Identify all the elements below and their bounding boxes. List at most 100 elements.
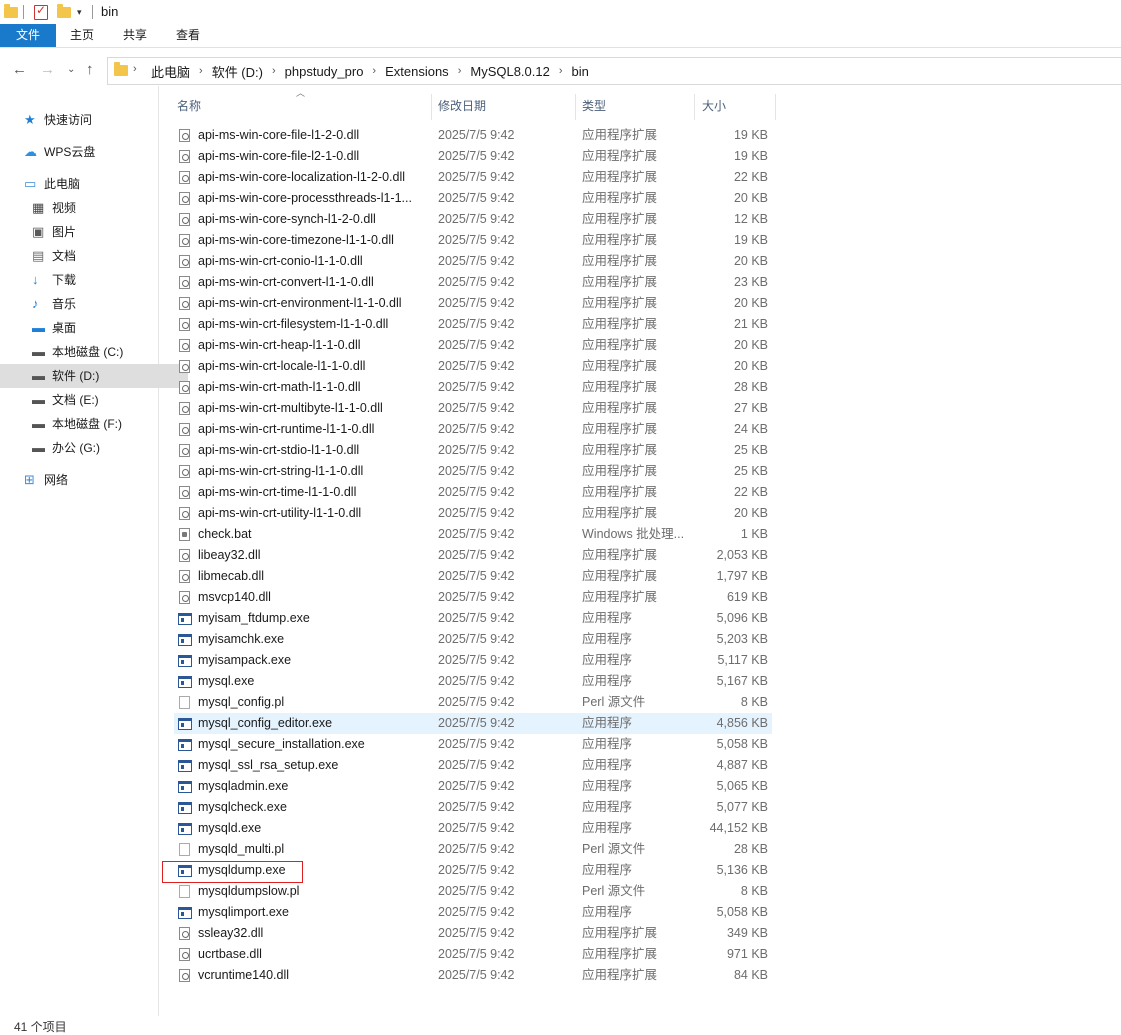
sidebar-item-14[interactable]: ⊞ 网络 [24,468,68,492]
chevron-right-icon[interactable]: › [553,65,569,77]
sidebar-item-4[interactable]: ▣ 图片 [32,220,76,244]
sidebar-item-2[interactable]: ▭ 此电脑 [24,172,80,196]
file-size: 2,053 KB [716,548,768,562]
file-row[interactable]: mysqlimport.exe 2025/7/5 9:42 应用程序 5,058 KB [174,902,772,923]
sidebar-item-6[interactable]: ↓ 下载 [32,268,76,292]
dll-file-icon [179,150,190,163]
breadcrumb-drive-d[interactable]: 软件 (D:) [209,62,266,81]
dll-file-icon [179,444,190,457]
column-header-name[interactable]: 名称 [177,94,201,119]
file-row[interactable]: myisamchk.exe 2025/7/5 9:42 应用程序 5,203 KB [174,629,772,650]
file-row[interactable]: api-ms-win-crt-environment-l1-1-0.dll 202… [174,293,772,314]
file-date: 2025/7/5 9:42 [438,590,515,604]
file-row[interactable]: api-ms-win-crt-multibyte-l1-1-0.dll 2025/… [174,398,772,419]
chevron-right-icon[interactable]: › [193,65,209,77]
column-divider[interactable] [575,94,576,120]
file-row[interactable]: api-ms-win-crt-locale-l1-1-0.dll 2025/7/5… [174,356,772,377]
chevron-right-icon[interactable]: › [266,65,282,77]
file-row[interactable]: api-ms-win-crt-utility-l1-1-0.dll 2025/7/… [174,503,772,524]
sidebar-item-3[interactable]: ▦ 视频 [32,196,76,220]
column-header-size[interactable]: 大小 [702,94,726,119]
customize-toolbar-icon[interactable]: ▾ [77,4,82,20]
file-row[interactable]: api-ms-win-core-processthreads-l1-1... 20… [174,188,772,209]
file-row[interactable]: api-ms-win-core-file-l2-1-0.dll 2025/7/5 … [174,146,772,167]
chevron-right-icon[interactable]: › [452,65,468,77]
chevron-right-icon[interactable]: › [366,65,382,77]
forward-arrow-icon[interactable]: → [40,61,55,78]
breadcrumb-phpstudy[interactable]: phpstudy_pro [282,64,367,79]
file-name: vcruntime140.dll [198,968,290,982]
sidebar-item-9[interactable]: ▬ 本地磁盘 (C:) [32,340,123,364]
column-divider[interactable] [775,94,776,120]
file-row[interactable]: api-ms-win-core-synch-l1-2-0.dll 2025/7/5… [174,209,772,230]
file-row[interactable]: api-ms-win-crt-heap-l1-1-0.dll 2025/7/5 9… [174,335,772,356]
sidebar-item-5[interactable]: ▤ 文档 [32,244,76,268]
breadcrumb-extensions[interactable]: Extensions [382,64,452,79]
file-row[interactable]: mysql_config_editor.exe 2025/7/5 9:42 应用程序… [174,713,772,734]
file-size: 5,136 KB [716,863,768,877]
breadcrumb-bin[interactable]: bin [569,64,592,79]
sidebar-item-11[interactable]: ▬ 文档 (E:) [32,388,99,412]
sidebar-item-12[interactable]: ▬ 本地磁盘 (F:) [32,412,122,436]
file-size: 20 KB [733,191,768,205]
file-row[interactable]: api-ms-win-crt-conio-l1-1-0.dll 2025/7/5 … [174,251,772,272]
file-row[interactable]: myisam_ftdump.exe 2025/7/5 9:42 应用程序 5,096 … [174,608,772,629]
file-row[interactable]: mysqld.exe 2025/7/5 9:42 应用程序 44,152 KB [174,818,772,839]
file-row[interactable]: mysql_ssl_rsa_setup.exe 2025/7/5 9:42 应用程序… [174,755,772,776]
recent-locations-chevron-icon[interactable]: ⌄ [67,64,75,75]
file-row[interactable]: libeay32.dll 2025/7/5 9:42 应用程序扩展 2,053 KB [174,545,772,566]
sidebar-item-8[interactable]: ▬ 桌面 [32,316,76,340]
file-row[interactable]: api-ms-win-core-file-l1-2-0.dll 2025/7/5 … [174,125,772,146]
file-row[interactable]: api-ms-win-crt-stdio-l1-1-0.dll 2025/7/5 … [174,440,772,461]
file-row[interactable]: mysql.exe 2025/7/5 9:42 应用程序 5,167 KB [174,671,772,692]
column-header-date[interactable]: 修改日期 [438,94,486,119]
file-row[interactable]: mysqld_multi.pl 2025/7/5 9:42 Perl 源文件 28 K… [174,839,772,860]
file-row[interactable]: api-ms-win-crt-filesystem-l1-1-0.dll 2025… [174,314,772,335]
breadcrumb-mysql[interactable]: MySQL8.0.12 [467,64,553,79]
dll-file-icon [179,297,190,310]
sidebar-item-0[interactable]: ★ 快速访问 [24,108,92,132]
file-row[interactable]: mysqlcheck.exe 2025/7/5 9:42 应用程序 5,077 KB [174,797,772,818]
file-row[interactable]: libmecab.dll 2025/7/5 9:42 应用程序扩展 1,797 KB [174,566,772,587]
file-date: 2025/7/5 9:42 [438,317,515,331]
file-row[interactable]: api-ms-win-crt-math-l1-1-0.dll 2025/7/5 9… [174,377,772,398]
breadcrumb-this-pc[interactable]: 此电脑 [148,62,193,81]
tab-home[interactable]: 主页 [62,24,102,47]
file-row[interactable]: mysqldumpslow.pl 2025/7/5 9:42 Perl 源文件 8 K… [174,881,772,902]
file-row[interactable]: api-ms-win-core-timezone-l1-1-0.dll 2025/… [174,230,772,251]
file-row[interactable]: msvcp140.dll 2025/7/5 9:42 应用程序扩展 619 KB [174,587,772,608]
file-date: 2025/7/5 9:42 [438,506,515,520]
file-row[interactable]: api-ms-win-crt-string-l1-1-0.dll 2025/7/5… [174,461,772,482]
sidebar-item-7[interactable]: ♪ 音乐 [32,292,76,316]
file-row[interactable]: api-ms-win-crt-runtime-l1-1-0.dll 2025/7/… [174,419,772,440]
dll-file-icon [179,213,190,226]
file-row[interactable]: mysql_config.pl 2025/7/5 9:42 Perl 源文件 8 KB [174,692,772,713]
file-size: 27 KB [733,401,768,415]
file-row[interactable]: vcruntime140.dll 2025/7/5 9:42 应用程序扩展 84 KB [174,965,772,986]
column-divider[interactable] [431,94,432,120]
tab-view[interactable]: 查看 [168,24,208,47]
properties-icon[interactable] [34,3,48,20]
up-arrow-icon[interactable]: ↑ [86,61,94,78]
back-arrow-icon[interactable]: ← [12,61,27,78]
file-row[interactable]: ssleay32.dll 2025/7/5 9:42 应用程序扩展 349 KB [174,923,772,944]
new-folder-icon[interactable] [57,3,71,20]
column-header-type[interactable]: 类型 [582,94,606,119]
sidebar-item-10[interactable]: ▬ 软件 (D:) [0,364,188,388]
sidebar-item-1[interactable]: ☁ WPS云盘 [24,140,95,164]
file-row[interactable]: ucrtbase.dll 2025/7/5 9:42 应用程序扩展 971 KB [174,944,772,965]
file-row[interactable]: api-ms-win-crt-time-l1-1-0.dll 2025/7/5 9… [174,482,772,503]
file-row[interactable]: myisampack.exe 2025/7/5 9:42 应用程序 5,117 KB [174,650,772,671]
column-divider[interactable] [694,94,695,120]
tab-file[interactable]: 文件 [0,24,56,47]
file-row[interactable]: check.bat 2025/7/5 9:42 Windows 批处理... 1 KB [174,524,772,545]
tab-share[interactable]: 共享 [115,24,155,47]
sidebar-item-13[interactable]: ▬ 办公 (G:) [32,436,100,460]
file-row[interactable]: mysql_secure_installation.exe 2025/7/5 9:… [174,734,772,755]
file-row[interactable]: api-ms-win-core-localization-l1-2-0.dll 2… [174,167,772,188]
address-bar[interactable]: › 此电脑 › 软件 (D:) › phpstudy_pro › Extensions… [107,57,1121,85]
file-row[interactable]: api-ms-win-crt-convert-l1-1-0.dll 2025/7/… [174,272,772,293]
file-row[interactable]: mysqladmin.exe 2025/7/5 9:42 应用程序 5,065 KB [174,776,772,797]
file-type: 应用程序扩展 [582,212,658,226]
chevron-right-icon[interactable]: › [133,63,137,75]
